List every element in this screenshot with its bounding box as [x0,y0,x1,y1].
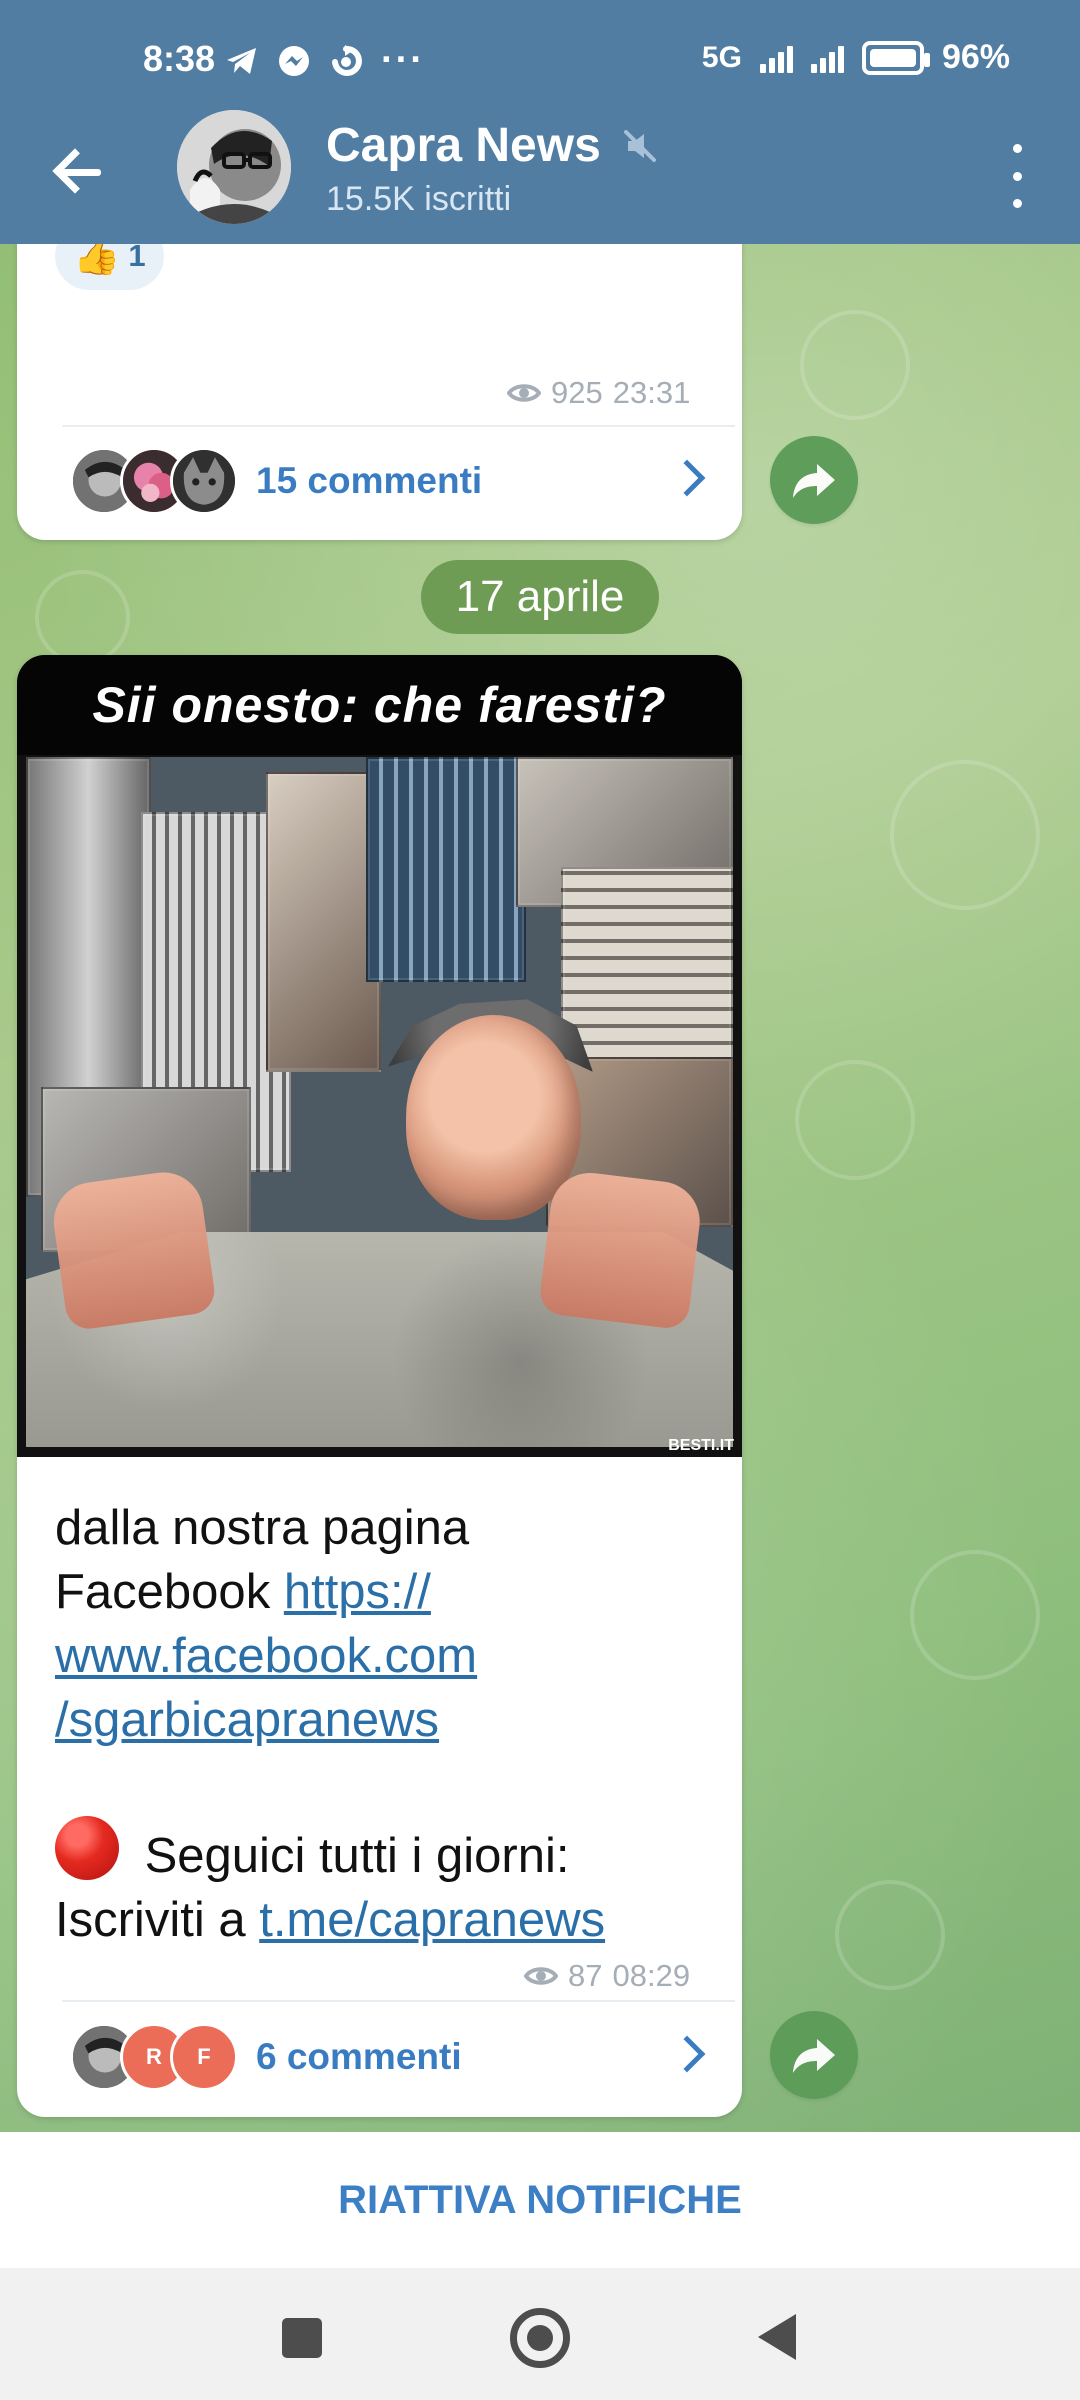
wallpaper-doodle [800,310,910,420]
message-divider [62,2000,735,2002]
view-count: 87 [568,1958,603,1993]
message-divider [62,425,735,427]
text-line: Iscriviti a t.me/capranews [55,1888,705,1952]
right-hand [537,1168,705,1331]
android-navigation-bar [0,2268,1080,2400]
more-notifications-icon: ··· [381,39,425,81]
post-time: 23:31 [612,375,691,410]
post-image[interactable]: Sii onesto: che faresti? BESTI.IT [17,655,742,1457]
eye-icon [507,384,541,402]
comment-avatars [70,447,238,515]
text-line: dalla nostra pagina [55,1496,705,1560]
signal-icon [810,43,844,73]
image-watermark: BESTI.IT [668,1437,734,1454]
wallpaper-doodle [910,1550,1040,1680]
date-separator: 17 aprile [421,560,659,634]
more-vertical-icon[interactable] [1002,144,1032,208]
comments-count: 6 commenti [256,2036,462,2077]
view-count: 925 [551,375,603,410]
text-line: /sgarbicapranews [55,1688,705,1752]
text-line: Facebook https:// [55,1560,705,1624]
facebook-link-part[interactable]: /sgarbicapranews [55,1693,439,1747]
red-circle-icon [55,1816,119,1880]
signal-icon [759,43,793,73]
chevron-right-icon [668,459,706,497]
messenger-icon [279,45,309,76]
image-caption: Sii onesto: che faresti? [17,655,742,755]
building [366,757,526,982]
building [266,772,381,1072]
battery-percent: 96% [941,38,1010,76]
share-arrow-icon [793,2039,835,2073]
building [561,867,733,1077]
city-meme-image [26,757,733,1447]
back-arrow-icon[interactable] [50,144,106,200]
status-notification-icons: ··· [225,39,425,82]
channel-title: Capra News [326,118,659,174]
wallpaper-doodle [795,1060,915,1180]
battery-icon [861,40,930,75]
facebook-label: Facebook [55,1565,271,1619]
telegram-link[interactable]: t.me/capranews [259,1893,605,1947]
muted-speaker-icon [623,130,656,162]
telegram-channel-screen: 8:38 ··· 5G 96% Capra News 15.5K iscritt… [0,0,1080,2400]
channel-appbar: Capra News 15.5K iscritti [0,110,1080,244]
sync-icon [332,44,362,76]
recent-apps-icon[interactable] [282,2318,322,2358]
post-metadata: 925 23:31 [507,375,690,411]
facebook-link-part[interactable]: https:// [284,1565,431,1619]
intro-text: dalla nostra pagina [55,1501,470,1555]
status-time: 8:38 [143,38,216,79]
person-face [406,1015,581,1220]
channel-avatar-image [177,110,291,224]
forward-post-button[interactable] [770,436,858,524]
facebook-link-part[interactable]: www.facebook.com [55,1629,477,1683]
follow-text: Seguici tutti i giorni: [144,1829,570,1883]
comment-avatars: R F [70,2023,238,2091]
left-hand [48,1167,218,1332]
subscribe-text: Iscriviti a [55,1893,246,1947]
wallpaper-doodle [890,760,1040,910]
eye-icon [524,1967,558,1985]
comments-row[interactable]: R F 6 commenti [17,2011,742,2103]
post-metadata: 87 08:29 [524,1958,690,1994]
wallpaper-doodle [835,1880,945,1990]
status-system-icons: 5G 96% [702,38,1010,77]
post-text: dalla nostra pagina Facebook https:// ww… [55,1496,705,1952]
commenter-avatar [170,447,238,515]
reactivate-notifications-button[interactable]: RIATTIVA NOTIFICHE [0,2132,1080,2268]
subscriber-count: 15.5K iscritti [326,180,512,218]
comments-count: 15 commenti [256,460,483,501]
channel-avatar[interactable] [177,110,291,224]
text-line: www.facebook.com [55,1624,705,1688]
back-triangle-icon[interactable] [758,2314,796,2360]
wallpaper-doodle [35,570,130,665]
comments-row[interactable]: 15 commenti [17,435,742,527]
commenter-initial-avatar: F [170,2023,238,2091]
share-arrow-icon [793,464,835,498]
network-type: 5G [701,40,742,74]
channel-name: Capra News [326,119,601,172]
channel-title-block[interactable]: Capra News 15.5K iscritti [326,118,659,220]
home-icon[interactable] [510,2308,570,2368]
forward-post-button[interactable] [770,2011,858,2099]
chevron-right-icon [668,2035,706,2073]
app-header: 8:38 ··· 5G 96% Capra News 15.5K iscritt… [0,0,1080,244]
text-line: Seguici tutti i giorni: [55,1816,705,1888]
channel-post-image-message: Sii onesto: che faresti? BESTI.IT dalla … [17,655,742,2117]
status-bar: 8:38 ··· 5G 96% [0,0,1080,110]
telegram-icon [227,47,256,74]
post-time: 08:29 [612,1958,691,1993]
